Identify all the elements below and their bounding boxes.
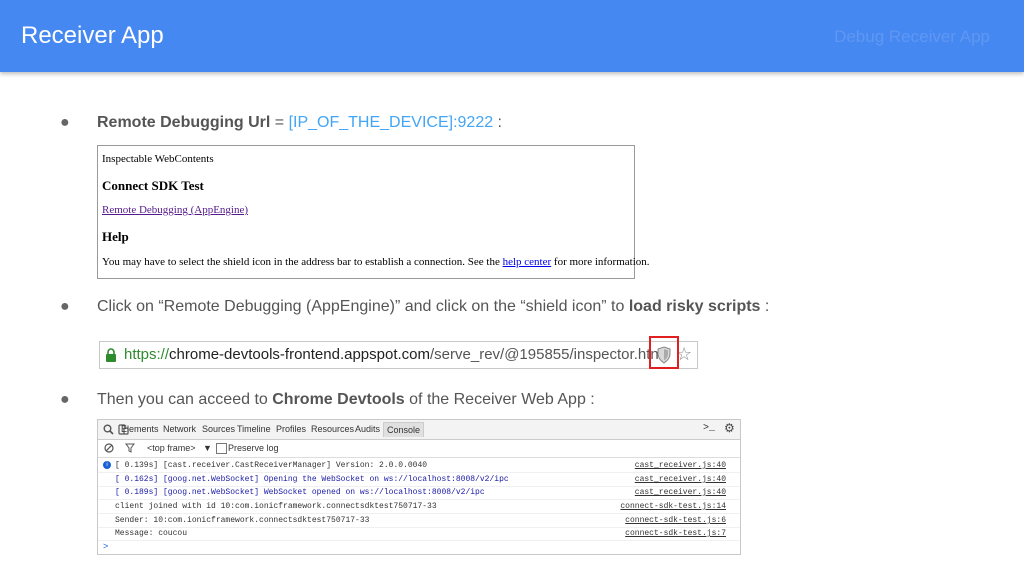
bullet-bold-label: Chrome Devtools [272,391,405,408]
bullet-text: Then you can acceed to [97,391,273,408]
tab-network[interactable]: Network [163,424,196,434]
console-prompt[interactable]: > [103,541,108,551]
console-source-link[interactable]: cast_receiver.js:40 [635,486,726,499]
bullet-marker: ● [60,114,70,131]
frame-select[interactable]: <top frame> [147,443,196,453]
bullet-chrome-devtools: Then you can acceed to Chrome Devtools o… [97,391,595,409]
bullet-bold-label: load risky scripts [628,298,761,315]
page-title: Receiver App [21,22,164,49]
remote-debugging-link[interactable]: Remote Debugging (AppEngine) [102,204,248,216]
tab-sources[interactable]: Sources [202,424,235,434]
help-text: You may have to select the shield icon i… [102,256,650,268]
devtools-panel: Elements Network Sources Timeline Profil… [97,419,741,555]
console-message: Message: coucou [115,529,188,538]
url-path: /serve_rev/@195855/inspector.htn [430,346,659,363]
console-message: [ 0.139s] [cast.receiver.CastReceiverMan… [115,461,428,470]
bullet-text: Click on “Remote Debugging (AppEngine)” … [97,298,629,315]
search-icon[interactable] [103,424,114,435]
bullet-click-shield: Click on “Remote Debugging (AppEngine)” … [97,298,769,316]
tab-console[interactable]: Console [383,422,425,437]
console-row: [ 0.189s] [goog.net.WebSocket] WebSocket… [98,486,740,500]
console-source-link[interactable]: cast_receiver.js:40 [635,473,726,486]
console-source-link[interactable]: connect-sdk-test.js:14 [620,500,726,513]
filter-icon[interactable] [125,443,135,453]
preserve-log-checkbox[interactable] [216,443,227,454]
drawer-toggle-icon[interactable]: >_ [703,423,715,434]
info-icon: i [103,461,111,469]
bullet-marker: ● [60,391,70,408]
chevron-down-icon[interactable]: ▼ [203,443,212,453]
console-source-link[interactable]: connect-sdk-test.js:6 [625,514,726,527]
tab-elements[interactable]: Elements [121,424,159,434]
preserve-log-label: Preserve log [228,443,279,453]
console-row: i [ 0.139s] [cast.receiver.CastReceiverM… [98,459,740,473]
console-row: client joined with id 10:com.ionicframew… [98,500,740,514]
console-row: Sender: 10:com.ionicframework.connectsdk… [98,514,740,528]
bullet-suffix: of the Receiver Web App : [404,391,595,408]
console-source-link[interactable]: cast_receiver.js:40 [635,459,726,472]
tab-profiles[interactable]: Profiles [276,424,306,434]
debug-url: [IP_OF_THE_DEVICE]:9222 [288,114,494,131]
tab-timeline[interactable]: Timeline [237,424,271,434]
inspectable-heading: Inspectable WebContents [102,153,214,165]
browser-address-bar[interactable]: https://chrome-devtools-frontend.appspot… [99,341,698,369]
lock-icon [106,348,116,362]
console-row: [ 0.162s] [goog.net.WebSocket] Opening t… [98,473,740,487]
help-text-after: for more information. [551,256,650,268]
console-message: client joined with id 10:com.ionicframew… [115,502,437,511]
address-url[interactable]: https://chrome-devtools-frontend.appspot… [124,346,659,363]
clear-console-icon[interactable] [104,443,114,453]
tab-resources[interactable]: Resources [311,424,354,434]
app-name: Connect SDK Test [102,178,204,193]
bullet-suffix: : [760,298,770,315]
console-row: Message: coucou connect-sdk-test.js:7 [98,527,740,541]
header-subtitle: Debug Receiver App [834,27,990,46]
gear-icon[interactable]: ⚙ [724,421,735,435]
console-message: Sender: 10:com.ionicframework.connectsdk… [115,516,370,525]
url-scheme: https:// [124,346,170,363]
console-message: [ 0.162s] [goog.net.WebSocket] Opening t… [115,475,509,484]
bullet-remote-debugging-url: Remote Debugging Url = [IP_OF_THE_DEVICE… [97,114,502,132]
inspectable-webcontents-panel: Inspectable WebContents Connect SDK Test… [97,145,650,279]
tab-audits[interactable]: Audits [355,424,380,434]
bullet-bold-label: Remote Debugging Url [97,114,271,131]
bullet-marker: ● [60,298,70,315]
url-host: chrome-devtools-frontend.appspot.com [169,346,431,363]
help-title: Help [102,229,129,244]
console-filter-bar: <top frame> ▼ Preserve log [98,440,740,458]
header-bar: Receiver App Debug Receiver App [0,0,1024,72]
help-center-link[interactable]: help center [503,256,552,268]
help-text-before: You may have to select the shield icon i… [102,256,503,268]
console-source-link[interactable]: connect-sdk-test.js:7 [625,527,726,540]
equals-sign: = [270,114,289,131]
shield-highlight-box [649,336,679,369]
bullet-suffix: : [493,114,502,131]
console-message: [ 0.189s] [goog.net.WebSocket] WebSocket… [115,488,485,497]
devtools-tabbar: Elements Network Sources Timeline Profil… [98,420,740,440]
